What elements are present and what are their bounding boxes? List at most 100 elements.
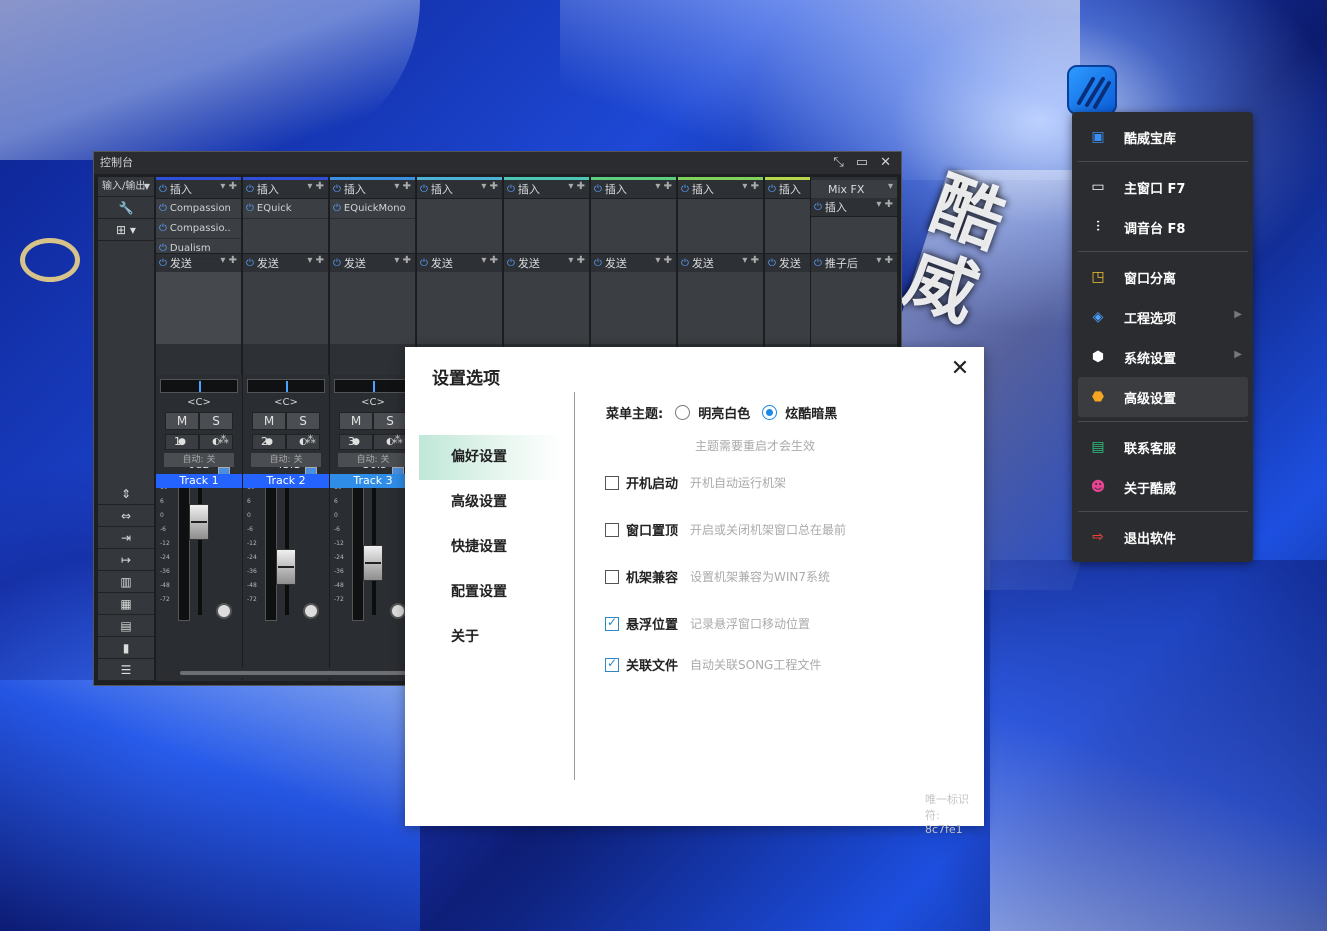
mix-fx-dropdown-icon[interactable]: ▾ [888, 181, 893, 192]
record-button[interactable]: ● [252, 434, 286, 450]
meter-icon[interactable]: ▮ [98, 637, 154, 659]
nav-shortcuts[interactable]: 快捷设置 [419, 525, 565, 570]
output-icon[interactable]: ↦ [98, 549, 154, 571]
power-icon[interactable]: ⏻ [420, 184, 428, 195]
insert-slots[interactable] [811, 216, 897, 254]
plugin-slot[interactable]: ⏻ EQuickMono [330, 199, 415, 219]
tray-menu-item[interactable]: ▭ 主窗口 F7 [1078, 167, 1248, 207]
close-icon[interactable]: ✕ [880, 152, 891, 174]
automation-mode[interactable]: 自动: 关 [338, 453, 408, 467]
tray-menu-item[interactable]: ◈ 工程选项 ▶ [1078, 297, 1248, 337]
file-association-checkbox[interactable] [605, 656, 619, 672]
option-autostart[interactable]: 开机启动 开机自动运行机架 [605, 473, 786, 492]
power-icon[interactable]: ⏻ [768, 184, 776, 195]
send-header[interactable]: ⏻ 发送 ▾ ✚ [591, 254, 676, 272]
insert-header[interactable]: ⏻ 插入 [765, 180, 812, 198]
plugin-slot[interactable]: ⏻ EQuick [243, 199, 328, 219]
waveform-icon[interactable]: ⁂ [392, 433, 403, 446]
mute-button[interactable]: M [339, 412, 373, 430]
option-file-association[interactable]: 关联文件自动关联SONG工程文件 [605, 655, 821, 674]
power-icon[interactable]: ⏻ [507, 258, 515, 269]
insert-slots[interactable]: ⏻ EQuick [243, 198, 328, 254]
send-header[interactable]: ⏻ 发送 ▾ ✚ [156, 254, 241, 272]
record-button[interactable]: ● [339, 434, 373, 450]
automation-mode[interactable]: 自动: 关 [251, 453, 321, 467]
power-icon[interactable]: ⏻ [420, 258, 428, 269]
mute-button[interactable]: M [252, 412, 286, 430]
insert-menu-icon[interactable]: ▾ ✚ [220, 181, 237, 192]
insert-menu-icon[interactable]: ▾ ✚ [307, 181, 324, 192]
insert-slots[interactable]: ⏻ Compassion ⏻ Compassio.. ⏻ Dualism [156, 198, 241, 259]
send-menu-icon[interactable]: ▾ ✚ [220, 255, 237, 266]
insert-slots[interactable] [678, 198, 763, 254]
mix-fx-header[interactable]: Mix FX ▾ [811, 180, 897, 198]
power-icon[interactable]: ⏻ [159, 243, 167, 254]
tray-menu-item[interactable]: ⫶ 调音台 F8 [1078, 207, 1248, 247]
track-name[interactable]: Track 1 [156, 474, 242, 488]
plugin-slot[interactable]: ⏻ Compassio.. [156, 219, 241, 239]
option-always-on-top[interactable]: 窗口置顶 开启或关闭机架窗口总在最前 [605, 520, 846, 539]
float-position-checkbox[interactable] [605, 615, 619, 631]
power-icon[interactable]: ⏻ [768, 258, 776, 269]
send-header[interactable]: ⏻ 发送 ▾ ✚ [504, 254, 589, 272]
insert-header[interactable]: ⏻ 插入 ▾ ✚ [156, 180, 241, 198]
app-logo-icon[interactable] [1067, 65, 1117, 115]
power-icon[interactable]: ⏻ [159, 184, 167, 195]
send-menu-icon[interactable]: ▾ ✚ [394, 255, 411, 266]
record-button[interactable]: ● [165, 434, 199, 450]
solo-button[interactable]: S [373, 412, 407, 430]
insert-header[interactable]: ⏻ 插入 ▾ ✚ [417, 180, 502, 198]
power-icon[interactable]: ⏻ [246, 203, 254, 214]
stereo-link-button[interactable] [303, 603, 319, 619]
theme-dark-radio[interactable]: 炫酷暗黑 [762, 403, 837, 422]
stack-icon[interactable]: ▤ [98, 615, 154, 637]
send-slots[interactable] [765, 272, 812, 344]
insert-header[interactable]: ⏻ 插入 ▾ ✚ [243, 180, 328, 198]
send-header[interactable]: ⏻ 发送 ▾ ✚ [330, 254, 415, 272]
power-icon[interactable]: ⏻ [333, 203, 341, 214]
pan-control[interactable] [247, 379, 325, 393]
insert-slots[interactable] [504, 198, 589, 254]
send-slots[interactable] [678, 272, 763, 344]
plugin-slot[interactable]: ⏻ Compassion [156, 199, 241, 219]
input-icon[interactable]: ⇥ [98, 527, 154, 549]
power-icon[interactable]: ⏻ [333, 258, 341, 269]
power-icon[interactable]: ⏻ [594, 258, 602, 269]
power-icon[interactable]: ⏻ [507, 184, 515, 195]
insert-header[interactable]: ⏻ 插入 ▾ ✚ [504, 180, 589, 198]
theme-light-radio[interactable]: 明亮白色 [675, 403, 750, 422]
send-menu-icon[interactable]: ▾ ✚ [655, 255, 672, 266]
insert-slots[interactable] [591, 198, 676, 254]
stereo-link-button[interactable] [390, 603, 406, 619]
always-on-top-checkbox[interactable] [605, 522, 619, 537]
solo-button[interactable]: S [286, 412, 320, 430]
power-icon[interactable]: ⏻ [814, 258, 822, 269]
insert-header[interactable]: ⏻ 插入 ▾ ✚ [591, 180, 676, 198]
send-slots[interactable] [417, 272, 502, 344]
waveform-icon[interactable]: ⁂ [218, 433, 229, 446]
list-icon[interactable]: ☰ [98, 659, 154, 681]
volume-fader[interactable] [276, 549, 296, 585]
power-icon[interactable]: ⏻ [814, 202, 822, 213]
send-header[interactable]: ⏻ 发送 ▾ ✚ [243, 254, 328, 272]
instrument-icon[interactable]: ▥ [98, 571, 154, 593]
send-header[interactable]: ⏻ 发送 ▾ ✚ [417, 254, 502, 272]
send-menu-icon[interactable]: ▾ ✚ [481, 255, 498, 266]
tray-menu-item[interactable]: ⇨ 退出软件 [1078, 517, 1248, 557]
insert-slots[interactable]: ⏻ EQuickMono [330, 198, 415, 254]
solo-button[interactable]: S [199, 412, 233, 430]
power-icon[interactable]: ⏻ [681, 184, 689, 195]
insert-header[interactable]: ⏻ 插入 ▾ ✚ [811, 198, 897, 216]
track-name[interactable]: Track 3 [330, 474, 416, 488]
send-menu-icon[interactable]: ▾ ✚ [307, 255, 324, 266]
io-dropdown[interactable]: 输入/输出 ▼ [98, 177, 154, 197]
power-icon[interactable]: ⏻ [159, 203, 167, 214]
power-icon[interactable]: ⏻ [159, 258, 167, 269]
mute-button[interactable]: M [165, 412, 199, 430]
insert-menu-icon[interactable]: ▾ ✚ [394, 181, 411, 192]
track-name[interactable]: Track 2 [243, 474, 329, 488]
send-header[interactable]: ⏻ 发送 ▾ ✚ [678, 254, 763, 272]
power-icon[interactable]: ⏻ [681, 258, 689, 269]
autostart-checkbox[interactable] [605, 475, 619, 490]
pan-control[interactable] [334, 379, 412, 393]
